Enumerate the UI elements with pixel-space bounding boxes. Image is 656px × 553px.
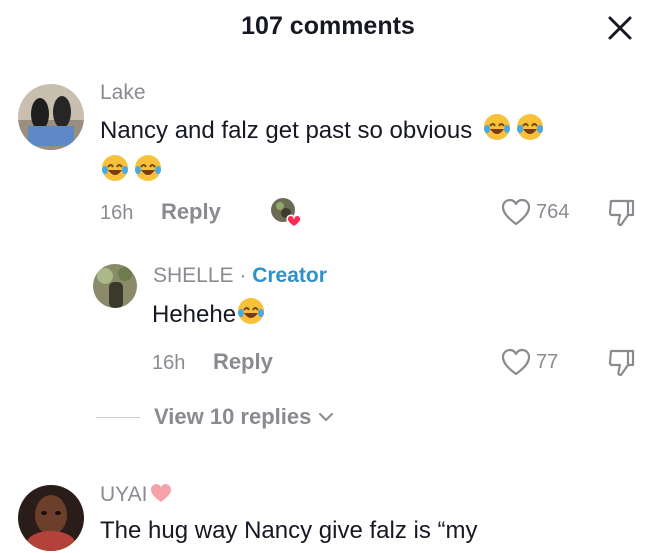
comment-username[interactable]: Lake (100, 81, 146, 105)
comment-meta: 16h Reply (100, 199, 221, 225)
like-count: 77 (536, 350, 559, 373)
avatar[interactable] (93, 264, 137, 308)
comment-username[interactable]: SHELLE · Creator (153, 264, 327, 288)
comment-text: Nancy and falz get past so obvious (100, 112, 545, 194)
thumbs-down-icon (608, 349, 635, 377)
comment-timestamp: 16h (152, 352, 186, 374)
comment-text: Hehehe (152, 296, 266, 337)
view-replies-button[interactable]: View 10 replies (96, 404, 335, 430)
comment-timestamp: 16h (100, 202, 134, 224)
like-button[interactable]: 764 (500, 197, 569, 227)
reply-button[interactable]: Reply (213, 349, 273, 374)
close-icon (608, 16, 632, 40)
like-button[interactable]: 77 (500, 347, 558, 377)
view-replies-label: View 10 replies (154, 404, 312, 429)
comments-header: 107 comments (0, 0, 656, 56)
dislike-button[interactable] (606, 347, 638, 384)
laughing-emoji-icon (515, 112, 545, 153)
creator-badge: Creator (252, 264, 327, 287)
chevron-down-icon (319, 413, 334, 421)
comment-meta: 16h Reply (152, 349, 273, 375)
pink-heart-icon (151, 484, 172, 502)
thumbs-down-icon (608, 199, 635, 227)
avatar[interactable] (18, 485, 84, 551)
laughing-emoji-icon (236, 296, 266, 337)
creator-liked-avatar (270, 197, 302, 228)
comments-count-title: 107 comments (241, 12, 415, 40)
avatar[interactable] (18, 84, 84, 150)
laughing-emoji-icon (133, 153, 163, 194)
heart-outline-icon (501, 348, 531, 376)
laughing-emoji-icon (482, 112, 512, 153)
divider (96, 416, 140, 418)
heart-outline-icon (501, 198, 531, 226)
comment-text: The hug way Nancy give falz is “my (100, 517, 478, 544)
reply-button[interactable]: Reply (161, 199, 221, 224)
like-count: 764 (536, 200, 570, 223)
dislike-button[interactable] (606, 197, 638, 234)
comment-username[interactable]: UYAI (100, 482, 173, 507)
close-button[interactable] (600, 8, 640, 48)
laughing-emoji-icon (100, 153, 130, 194)
